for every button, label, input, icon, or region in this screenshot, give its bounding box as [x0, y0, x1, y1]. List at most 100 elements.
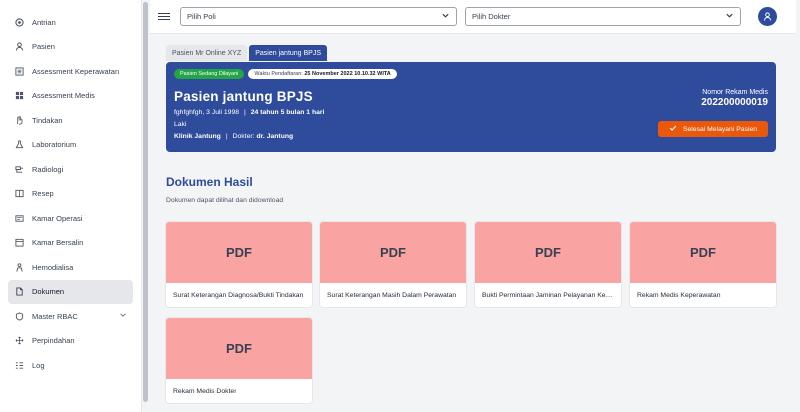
registration-label: Waktu Pendaftaran:: [254, 71, 303, 77]
sidebar-item-label: Kamar Bersalin: [32, 238, 84, 248]
scrollbar-thumb[interactable]: [143, 2, 148, 402]
patient-badges: Pasien Sedang Dilayani Waktu Pendaftaran…: [174, 69, 768, 79]
sidebar-item-hemodialisa[interactable]: Hemodialisa: [8, 255, 133, 280]
patient-name: Pasien jantung BPJS: [174, 89, 313, 104]
user-icon: [14, 42, 24, 52]
shield-icon: [14, 311, 24, 321]
finish-service-label: Selesai Melayani Pasien: [682, 125, 758, 133]
document-name: Surat Keterangan Diagnosa/Bukti Tindakan: [173, 291, 304, 299]
status-badge: Pasien Sedang Dilayani: [174, 69, 245, 79]
dokter-select-value: Pilih Dokter: [472, 12, 511, 21]
medical-record-block: Nomor Rekam Medis 202200000019: [701, 89, 768, 108]
document-card[interactable]: PDF Rekam Medis Keperawatan: [630, 222, 776, 307]
sidebar-item-radiologi[interactable]: Radiologi: [8, 157, 133, 182]
sidebar-item-label: Tindakan: [32, 115, 63, 125]
pdf-thumbnail[interactable]: PDF: [166, 318, 312, 379]
move-icon: [14, 336, 24, 346]
sidebar-item-label: Hemodialisa: [32, 262, 74, 272]
chevron-down-icon: [441, 11, 450, 22]
patient-birth: fghfghfgh, 3 Juli 1998: [174, 109, 239, 116]
sidebar-item-tindakan[interactable]: Tindakan: [8, 108, 133, 133]
document-card[interactable]: PDF Bukti Permintaan Jaminan Pelayanan K…: [475, 222, 621, 307]
list-icon: [14, 66, 24, 76]
document-card[interactable]: PDF Surat Keterangan Masih Dalam Perawat…: [320, 222, 466, 307]
pdf-thumbnail[interactable]: PDF: [630, 222, 776, 283]
documents-title: Dokumen Hasil: [166, 175, 253, 189]
document-card[interactable]: PDF Surat Keterangan Diagnosa/Bukti Tind…: [166, 222, 312, 307]
avatar[interactable]: [758, 7, 777, 26]
medical-record-label: Nomor Rekam Medis: [702, 89, 768, 96]
sidebar-item-kamar-bersalin[interactable]: Kamar Bersalin: [8, 231, 133, 256]
person-icon: [14, 262, 24, 272]
sidebar-item-pasien[interactable]: Pasien: [8, 35, 133, 60]
pdf-thumbnail[interactable]: PDF: [320, 222, 466, 283]
tab-pasien-jantung[interactable]: Pasien jantung BPJS: [249, 45, 328, 61]
patient-clinic: Klinik Jantung: [174, 133, 221, 140]
bed-icon: [14, 213, 24, 223]
signal-icon: [14, 17, 24, 27]
patient-doctor: dr. Jantung: [256, 133, 294, 140]
document-card[interactable]: PDF Rekam Medis Dokter: [166, 318, 312, 403]
sidebar-item-log[interactable]: Log: [8, 353, 133, 378]
separator: |: [244, 109, 246, 116]
doctor-label: Dokter:: [232, 133, 255, 140]
document-caption: Surat Keterangan Diagnosa/Bukti Tindakan: [166, 283, 312, 307]
registration-badge: Waktu Pendaftaran: 25 November 2022 10.1…: [248, 69, 397, 79]
chevron-down-icon[interactable]: [119, 311, 127, 321]
hand-icon: [14, 115, 24, 125]
document-caption: Rekam Medis Dokter: [166, 379, 312, 403]
sidebar-item-label: Resep: [32, 189, 54, 199]
patient-age: 24 tahun 5 bulan 1 hari: [250, 109, 325, 116]
patient-gender: Laki: [174, 121, 187, 128]
sidebar-item-label: Laboratorium: [32, 140, 77, 150]
dokter-select[interactable]: Pilih Dokter: [465, 7, 741, 26]
sidebar-item-label: Master RBAC: [32, 311, 78, 321]
document-caption: Rekam Medis Keperawatan: [630, 283, 776, 307]
topbar: Pilih Poli Pilih Dokter: [150, 0, 796, 34]
document-name: Rekam Medis Dokter: [173, 387, 237, 395]
grid-icon: [14, 91, 24, 101]
sidebar-item-perpindahan[interactable]: Perpindahan: [8, 329, 133, 354]
sidebar-item-kamar-operasi[interactable]: Kamar Operasi: [8, 206, 133, 231]
sidebar-item-label: Dokumen: [32, 287, 65, 297]
sidebar-item-label: Antrian: [32, 17, 56, 27]
document-name: Rekam Medis Keperawatan: [637, 291, 721, 299]
sidebar-item-label: Radiologi: [32, 164, 64, 174]
sidebar-item-label: Assessment Keperawatan: [32, 66, 120, 76]
sidebar-item-antrian[interactable]: Antrian: [8, 10, 133, 35]
sidebar-item-resep[interactable]: Resep: [8, 182, 133, 207]
sidebar-item-dokumen[interactable]: Dokumen: [8, 279, 133, 304]
documents-subtitle: Dokumen dapat dilihat dan didownload: [166, 197, 284, 204]
separator: |: [225, 133, 228, 140]
document-name: Surat Keterangan Masih Dalam Perawatan: [327, 291, 457, 299]
document-icon: [14, 287, 24, 297]
log-icon: [14, 360, 24, 370]
chevron-down-icon: [725, 11, 734, 22]
sidebar-item-label: Kamar Operasi: [32, 213, 83, 223]
document-caption: Surat Keterangan Masih Dalam Perawatan: [320, 283, 466, 307]
sidebar-item-assessment-medis[interactable]: Assessment Medis: [8, 84, 133, 109]
sidebar-item-label: Log: [32, 360, 45, 370]
finish-service-button[interactable]: Selesai Melayani Pasien: [658, 121, 768, 137]
sidebar-item-laboratorium[interactable]: Laboratorium: [8, 133, 133, 158]
patient-birth-row: fghfghfgh, 3 Juli 1998 | 24 tahun 5 bula…: [174, 109, 768, 116]
user-icon: [763, 12, 772, 21]
registration-time: 25 November 2022 10.10.32 WITA: [304, 71, 391, 77]
pdf-thumbnail[interactable]: PDF: [166, 222, 312, 283]
sidebar-item-label: Pasien: [32, 42, 55, 52]
poli-select[interactable]: Pilih Poli: [180, 7, 457, 26]
tab-pasien-online[interactable]: Pasien Mr Online XYZ: [166, 45, 248, 61]
menu-icon[interactable]: [158, 12, 170, 21]
flask-icon: [14, 140, 24, 150]
pdf-thumbnail[interactable]: PDF: [475, 222, 621, 283]
book-icon: [14, 189, 24, 199]
xray-icon: [14, 164, 24, 174]
medical-record-number: 202200000019: [701, 97, 768, 108]
sidebar-item-master-rbac[interactable]: Master RBAC: [8, 304, 133, 329]
poli-select-value: Pilih Poli: [187, 12, 216, 21]
patient-info-card: Pasien Sedang Dilayani Waktu Pendaftaran…: [166, 62, 776, 152]
document-caption: Bukti Permintaan Jaminan Pelayanan Keseh…: [475, 283, 621, 307]
sidebar-item-assessment-keperawatan[interactable]: Assessment Keperawatan: [8, 59, 133, 84]
sidebar-item-label: Perpindahan: [32, 336, 75, 346]
sidebar-scrollbar[interactable]: [142, 0, 149, 412]
